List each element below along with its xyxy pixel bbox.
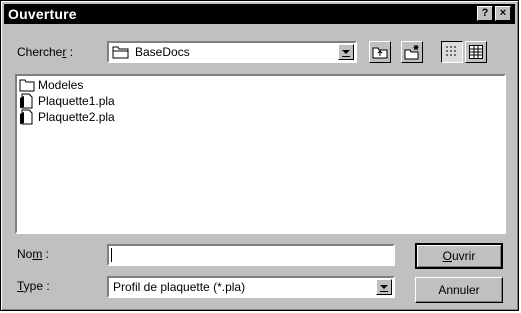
list-item-modeles[interactable]: Modeles	[19, 77, 83, 93]
list-view-icon	[446, 46, 456, 56]
cancel-button[interactable]: Annuler	[415, 277, 503, 303]
look-in-dropdown-button[interactable]	[338, 44, 354, 60]
look-in-label: Chercher :	[17, 45, 74, 59]
new-folder-button[interactable]	[401, 41, 423, 63]
list-item-plaquette2[interactable]: Plaquette2.pla	[19, 109, 115, 125]
new-folder-icon	[404, 45, 419, 60]
text-caret	[111, 248, 112, 262]
folder-open-icon	[112, 45, 130, 62]
document-icon	[20, 109, 33, 125]
list-item-plaquette1[interactable]: Plaquette1.pla	[19, 93, 115, 109]
look-in-value: BaseDocs	[135, 45, 190, 59]
details-view-button[interactable]	[465, 41, 487, 63]
filetype-dropdown-button[interactable]	[376, 279, 392, 295]
look-in-combo[interactable]: BaseDocs	[107, 41, 357, 63]
open-dialog: Ouverture ? × Chercher : BaseDocs Modele…	[0, 0, 519, 311]
title-bar[interactable]: Ouverture ? ×	[4, 4, 515, 24]
help-button[interactable]: ?	[477, 6, 493, 21]
folder-icon	[19, 79, 35, 92]
details-view-icon	[469, 45, 483, 59]
filename-input[interactable]	[107, 244, 395, 266]
filename-label: Nom :	[17, 247, 50, 261]
open-button[interactable]: Ouvrir	[415, 243, 503, 269]
filetype-combo[interactable]: Profil de plaquette (*.pla)	[107, 276, 395, 298]
close-button[interactable]: ×	[495, 6, 511, 21]
list-view-button[interactable]	[441, 41, 463, 63]
filetype-value: Profil de plaquette (*.pla)	[113, 280, 246, 294]
filetype-label: Type :	[17, 279, 50, 293]
dialog-title: Ouverture	[8, 6, 77, 22]
up-folder-button[interactable]	[369, 41, 391, 63]
document-icon	[20, 93, 33, 109]
up-folder-icon	[372, 47, 388, 59]
file-list[interactable]: Modeles Plaquette1.pla Plaquette2.pla	[15, 74, 506, 234]
